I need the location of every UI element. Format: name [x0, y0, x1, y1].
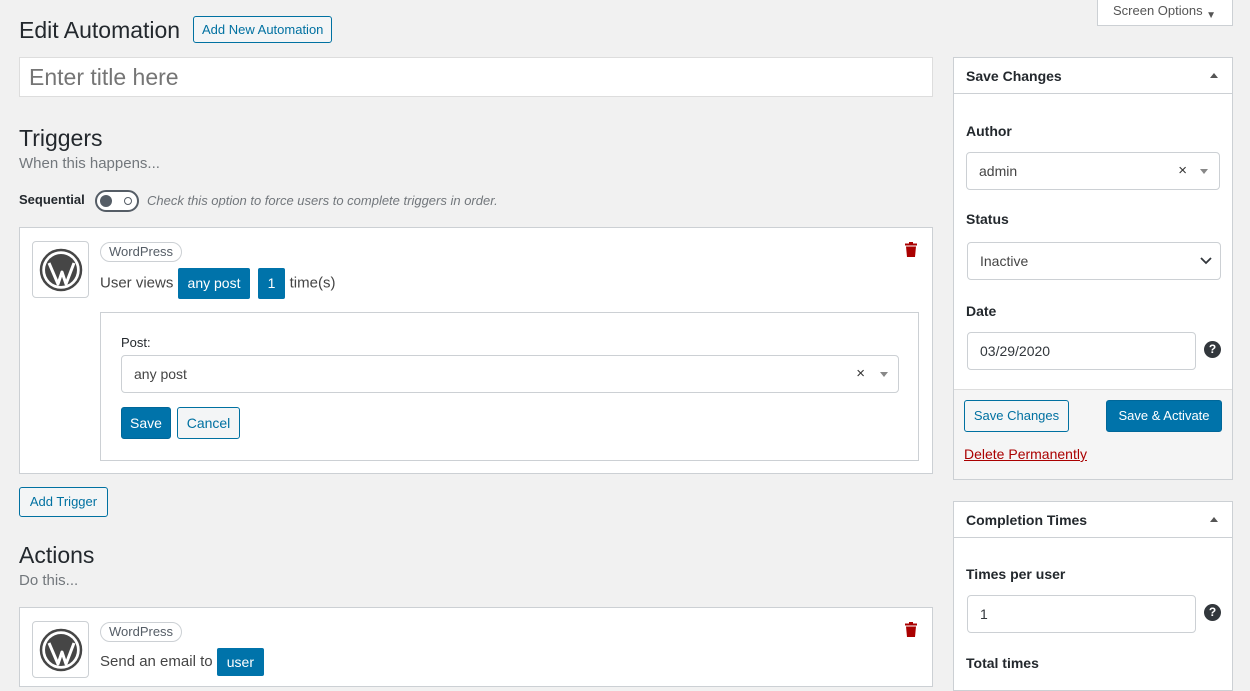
toggle-off-indicator [124, 197, 132, 205]
post-select-value: any post [134, 366, 187, 382]
collapse-icon[interactable] [1210, 73, 1218, 78]
sequential-help-text: Check this option to force users to comp… [147, 193, 498, 208]
count-tag[interactable]: 1 [257, 268, 286, 299]
caret-down-icon: ▼ [1206, 10, 1216, 21]
times-per-user-field[interactable]: 1 [967, 595, 1196, 633]
major-publishing-actions: Save Changes Save & Activate Delete Perm… [954, 389, 1232, 479]
trigger-sentence-prefix: User views [100, 274, 174, 292]
integration-badge: WordPress [100, 242, 183, 262]
integration-badge: WordPress [100, 622, 183, 642]
action-card: WordPress Send an email to user [19, 607, 933, 687]
help-icon[interactable]: ? [1204, 341, 1221, 358]
post-tag[interactable]: any post [177, 268, 251, 299]
completion-times-box: Completion Times Times per user 1 ? Tota… [953, 501, 1233, 691]
clear-icon[interactable]: × [1178, 162, 1187, 179]
completion-times-header[interactable]: Completion Times [954, 502, 1232, 538]
trigger-form: Post: any post × Save Cancel [100, 312, 919, 461]
sequential-label: Sequential [19, 192, 85, 207]
screen-options-button[interactable]: Screen Options ▼ [1097, 0, 1233, 26]
wordpress-icon [32, 621, 89, 678]
total-times-label: Total times [966, 655, 1039, 671]
save-activate-button[interactable]: Save & Activate [1106, 400, 1222, 432]
status-label: Status [966, 211, 1009, 227]
times-per-user-label: Times per user [966, 566, 1066, 582]
sequential-toggle[interactable] [95, 190, 139, 212]
action-sentence-prefix: Send an email to [100, 653, 213, 670]
status-select[interactable]: Inactive [967, 242, 1221, 280]
actions-heading: Actions [19, 542, 95, 568]
triggers-subheading: When this happens... [19, 155, 160, 172]
delete-permanently-link[interactable]: Delete Permanently [964, 446, 1087, 462]
trash-icon[interactable] [905, 242, 917, 257]
trigger-card: WordPress User views any post 1 time(s) … [19, 227, 933, 474]
clear-icon[interactable]: × [856, 365, 865, 382]
save-button[interactable]: Save [121, 407, 171, 439]
wordpress-icon [32, 241, 89, 298]
help-icon[interactable]: ? [1204, 604, 1221, 621]
save-changes-header[interactable]: Save Changes [954, 58, 1232, 94]
completion-times-title: Completion Times [966, 512, 1088, 528]
trigger-sentence: User views any post 1 time(s) [100, 268, 335, 299]
toggle-knob [100, 195, 112, 207]
action-sentence: Send an email to user [100, 648, 264, 677]
title-input[interactable] [19, 57, 933, 97]
add-new-automation-button[interactable]: Add New Automation [193, 16, 333, 43]
author-select[interactable]: admin × [966, 152, 1220, 190]
author-select-value: admin [979, 163, 1018, 179]
save-changes-title: Save Changes [966, 68, 1062, 84]
chevron-down-icon [880, 372, 888, 377]
chevron-down-icon [1200, 257, 1212, 265]
trigger-sentence-suffix: time(s) [289, 274, 336, 292]
cancel-button[interactable]: Cancel [177, 407, 240, 439]
add-trigger-button[interactable]: Add Trigger [19, 487, 108, 517]
post-field-label: Post: [121, 335, 151, 350]
date-label: Date [966, 303, 997, 319]
chevron-down-icon [1200, 169, 1208, 174]
triggers-heading: Triggers [19, 125, 103, 151]
trash-icon[interactable] [905, 622, 917, 637]
author-label: Author [966, 123, 1012, 139]
user-tag[interactable]: user [216, 648, 264, 677]
save-changes-box: Save Changes Author admin × Status Inact… [953, 57, 1233, 480]
page-title: Edit Automation [19, 17, 181, 43]
date-field[interactable]: 03/29/2020 [967, 332, 1196, 370]
save-changes-button[interactable]: Save Changes [964, 400, 1069, 432]
status-select-value: Inactive [980, 253, 1029, 269]
screen-options-label: Screen Options [1113, 3, 1203, 18]
post-select[interactable]: any post × [121, 355, 899, 393]
collapse-icon[interactable] [1210, 517, 1218, 522]
actions-subheading: Do this... [19, 572, 79, 589]
